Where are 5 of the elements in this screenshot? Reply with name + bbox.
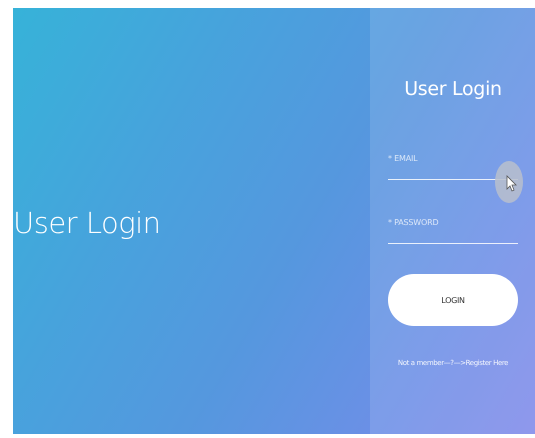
field-label: * PASSWORD <box>388 218 440 227</box>
hero-title: User Login <box>13 206 161 240</box>
login-button[interactable]: LOGIN <box>388 274 518 326</box>
field-label: * EMAIL <box>388 154 418 163</box>
form-title: User Login <box>404 78 502 100</box>
